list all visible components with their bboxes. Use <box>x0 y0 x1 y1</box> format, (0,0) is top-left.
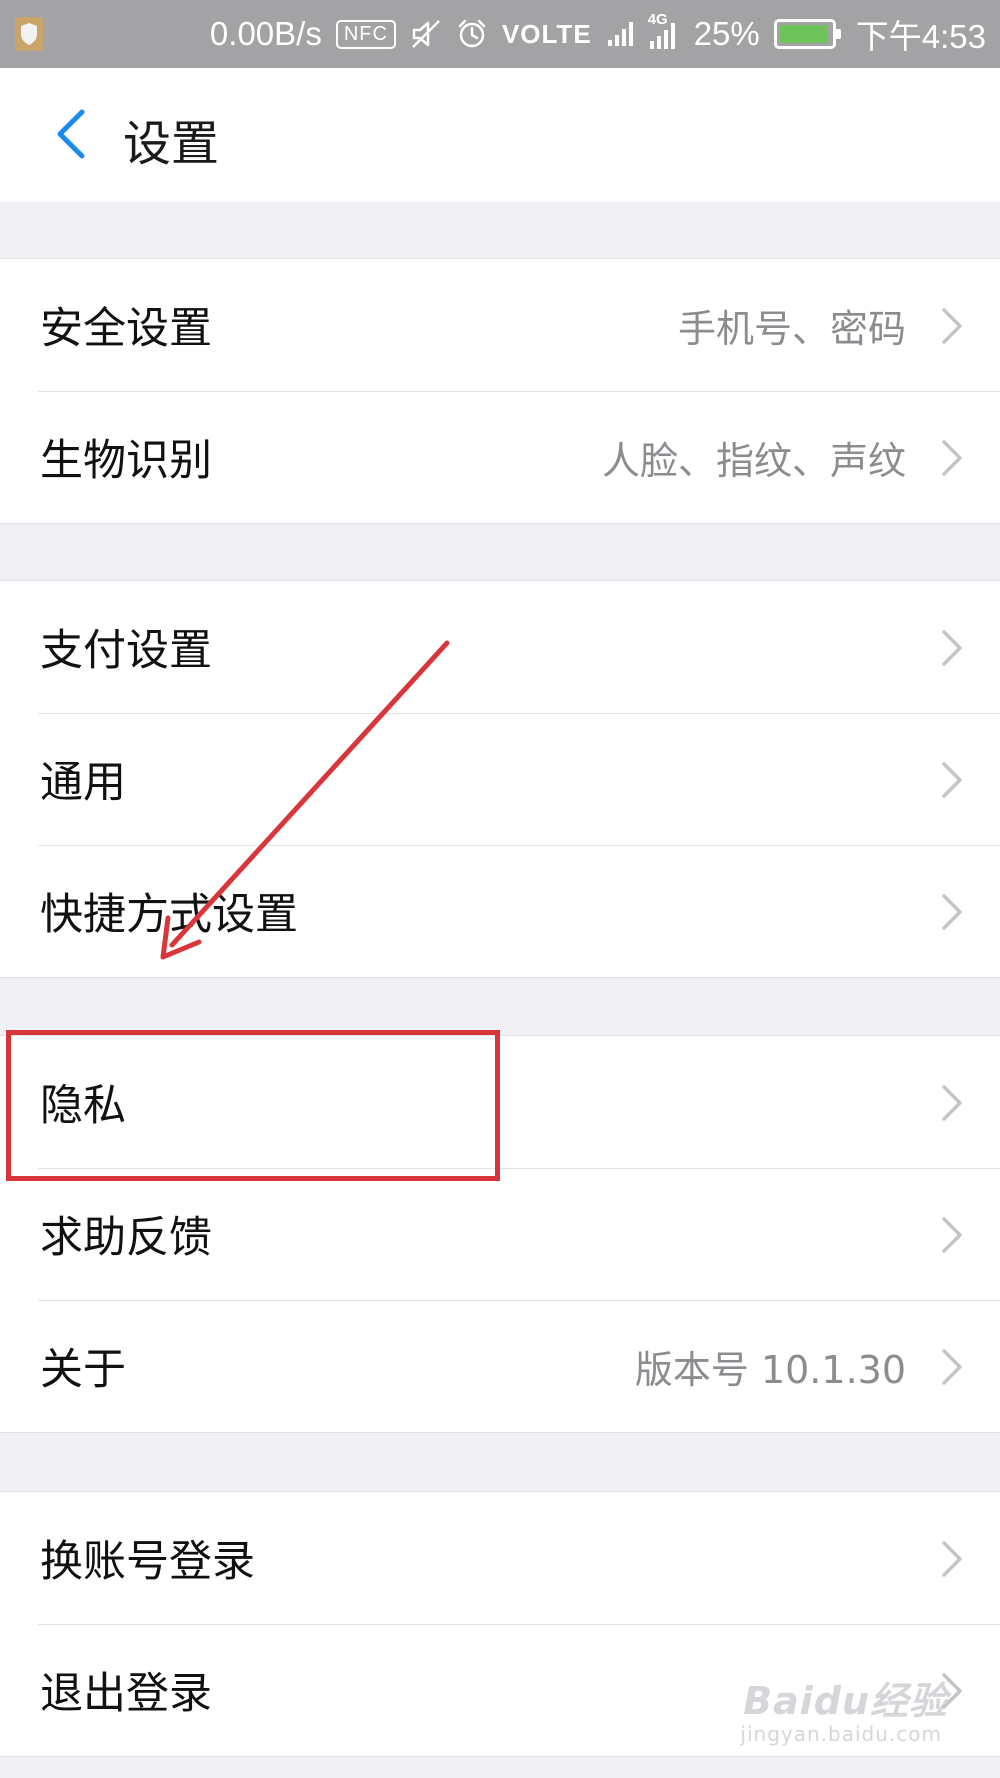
settings-item-shortcuts[interactable]: 快捷方式设置 <box>0 845 1000 977</box>
settings-item-general[interactable]: 通用 <box>0 713 1000 845</box>
settings-item-payment[interactable]: 支付设置 <box>0 581 1000 713</box>
status-time: 下午4:53 <box>855 18 986 55</box>
item-label: 生物识别 <box>40 436 212 486</box>
settings-item-switch-account[interactable]: 换账号登录 <box>0 1492 1000 1624</box>
page-title: 设置 <box>123 116 220 172</box>
settings-item-about[interactable]: 关于 版本号 10.1.30 <box>0 1300 1000 1432</box>
back-button[interactable] <box>30 96 110 176</box>
settings-item-help-feedback[interactable]: 求助反馈 <box>0 1168 1000 1300</box>
title-bar: 设置 <box>0 68 1000 202</box>
item-label: 隐私 <box>40 1081 126 1131</box>
chevron-right-icon <box>940 1539 964 1579</box>
settings-screen: 0.00B/s NFC VOLTE 4G 25% 下午4:53 设置 安全设置 … <box>0 0 1000 1778</box>
battery-level <box>779 25 828 43</box>
item-label: 换账号登录 <box>40 1537 255 1587</box>
back-chevron-icon <box>50 106 90 166</box>
status-bar: 0.00B/s NFC VOLTE 4G 25% 下午4:53 <box>0 0 1000 68</box>
settings-group-general: 支付设置 通用 快捷方式设置 <box>0 580 1000 978</box>
battery-percent: 25% <box>693 15 760 52</box>
alarm-icon <box>456 18 488 50</box>
chevron-right-icon <box>940 760 964 800</box>
item-label: 快捷方式设置 <box>40 890 298 940</box>
network-speed: 0.00B/s <box>209 15 322 52</box>
settings-group-account-security: 安全设置 手机号、密码 生物识别 人脸、指纹、声纹 <box>0 258 1000 524</box>
chevron-right-icon <box>940 306 964 346</box>
settings-group-privacy-help: 隐私 求助反馈 关于 版本号 10.1.30 <box>0 1035 1000 1433</box>
item-value: 手机号、密码 <box>677 306 906 351</box>
signal-4g-icon: 4G <box>648 11 680 51</box>
item-label: 退出登录 <box>40 1669 212 1719</box>
network-type: 4G <box>647 11 668 28</box>
chevron-right-icon <box>940 628 964 668</box>
chevron-right-icon <box>940 1215 964 1255</box>
settings-item-privacy[interactable]: 隐私 <box>0 1036 1000 1168</box>
nfc-badge: NFC <box>335 19 396 49</box>
item-label: 通用 <box>40 758 126 808</box>
chevron-right-icon <box>940 1083 964 1123</box>
item-label: 关于 <box>40 1345 126 1395</box>
mute-icon <box>410 18 442 50</box>
signal-icon <box>606 20 634 48</box>
chevron-right-icon <box>940 438 964 478</box>
settings-item-biometrics[interactable]: 生物识别 人脸、指纹、声纹 <box>0 391 1000 523</box>
watermark-main: Baidu经验 <box>743 1679 948 1723</box>
watermark: Baidu经验 jingyan.baidu.com <box>740 1670 948 1750</box>
item-label: 求助反馈 <box>40 1213 212 1263</box>
volte-label: VOLTE <box>501 18 592 49</box>
item-value: 版本号 10.1.30 <box>634 1347 906 1392</box>
item-label: 支付设置 <box>40 626 212 676</box>
item-value: 人脸、指纹、声纹 <box>601 438 906 483</box>
watermark-sub: jingyan.baidu.com <box>740 1722 942 1746</box>
app-shield-icon <box>14 16 44 52</box>
chevron-right-icon <box>940 1347 964 1387</box>
chevron-right-icon <box>940 892 964 932</box>
item-label: 安全设置 <box>40 304 212 354</box>
battery-icon <box>773 19 841 49</box>
settings-item-security[interactable]: 安全设置 手机号、密码 <box>0 259 1000 391</box>
